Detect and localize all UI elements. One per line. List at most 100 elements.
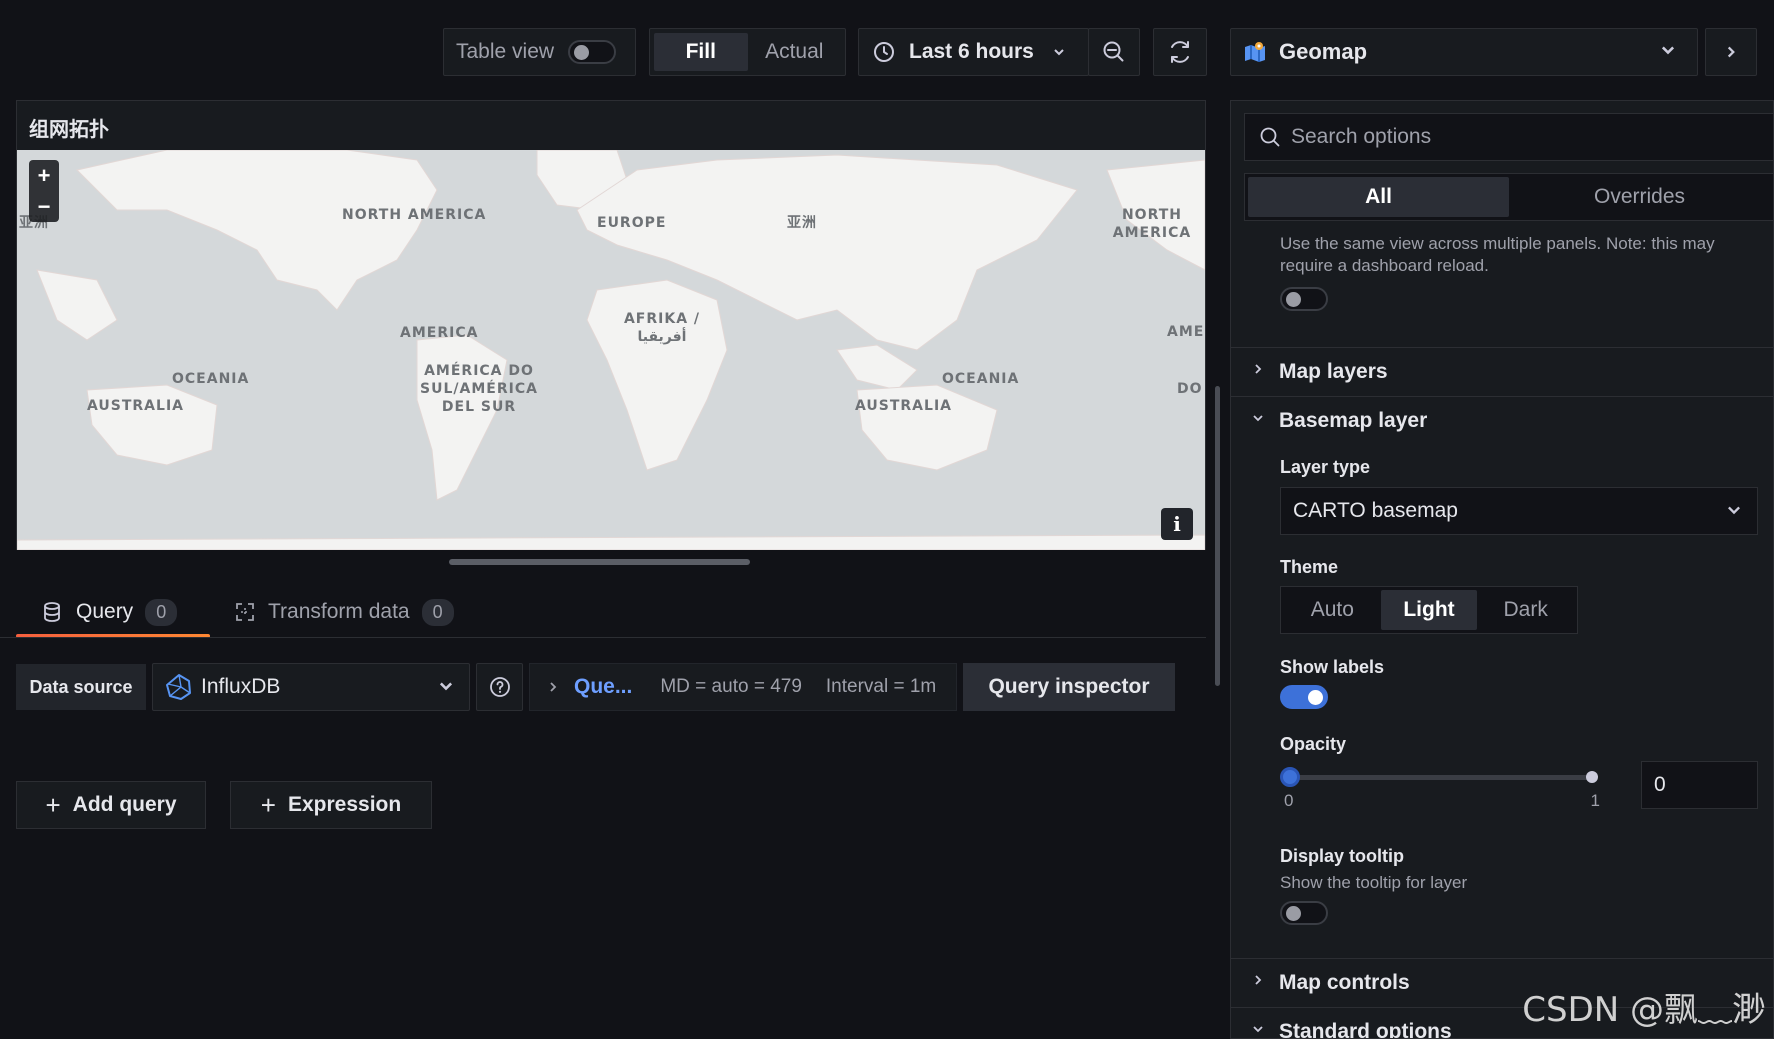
options-pane: Search options All Overrides Use the sam… bbox=[1230, 100, 1774, 1039]
section-standard-options-label: Standard options bbox=[1279, 1019, 1452, 1039]
add-expression-button[interactable]: + Expression bbox=[230, 781, 432, 829]
question-circle-icon bbox=[489, 677, 510, 697]
theme-dark-button[interactable]: Dark bbox=[1477, 590, 1574, 630]
fill-button[interactable]: Fill bbox=[654, 33, 748, 71]
world-map-land bbox=[17, 150, 1205, 550]
layer-type-select[interactable]: CARTO basemap bbox=[1280, 487, 1758, 535]
world-map[interactable]: NORTH AMERICA EUROPE 亚洲 NORTH AMERICA AM… bbox=[17, 150, 1205, 550]
influxdb-icon bbox=[166, 674, 191, 700]
add-expression-label: Expression bbox=[287, 793, 402, 816]
map-label: AMERICA bbox=[400, 325, 479, 341]
query-options-label: Que... bbox=[574, 675, 633, 698]
map-zoom-controls: + − bbox=[29, 160, 59, 222]
opacity-max: 1 bbox=[1590, 791, 1600, 810]
data-source-label: Data source bbox=[16, 664, 146, 710]
opacity-slider-track bbox=[1290, 775, 1592, 780]
visualization-name: Geomap bbox=[1279, 39, 1368, 64]
display-tooltip-description: Show the tooltip for layer bbox=[1280, 873, 1468, 892]
zoom-out-button[interactable] bbox=[1088, 28, 1140, 76]
time-range-label: Last 6 hours bbox=[909, 40, 1034, 63]
data-source-help-button[interactable] bbox=[476, 663, 523, 711]
clock-icon bbox=[874, 42, 894, 62]
query-options-summary[interactable]: Que... MD = auto = 479 Interval = 1m bbox=[529, 663, 957, 711]
refresh-button[interactable] bbox=[1153, 28, 1207, 76]
map-info-button[interactable]: i bbox=[1161, 508, 1193, 540]
panel-preview: 组网拓扑 NORTH AMERICA EUROPE 亚洲 NORTH AMERI… bbox=[16, 100, 1206, 550]
opacity-slider[interactable]: 0 1 bbox=[1280, 761, 1600, 811]
map-label: 亚洲 bbox=[787, 215, 817, 231]
tab-transform-data[interactable]: Transform data 0 bbox=[234, 588, 484, 636]
map-label: AMÉRICA DO SUL/AMÉRICA DEL SUR bbox=[420, 363, 538, 415]
section-basemap-layer-label: Basemap layer bbox=[1279, 408, 1428, 432]
tab-transform-count: 0 bbox=[421, 598, 454, 626]
layer-type-value: CARTO basemap bbox=[1293, 499, 1458, 522]
map-zoom-in-button[interactable]: + bbox=[29, 160, 59, 191]
map-label: OCEANIA bbox=[172, 371, 250, 387]
transform-icon bbox=[236, 603, 254, 621]
query-inspector-button[interactable]: Query inspector bbox=[963, 663, 1175, 711]
section-map-layers[interactable]: Map layers bbox=[1231, 347, 1773, 395]
chevron-right-icon bbox=[1255, 975, 1262, 985]
actual-button[interactable]: Actual bbox=[748, 33, 842, 71]
display-tooltip-toggle[interactable] bbox=[1280, 901, 1328, 925]
table-view-switch[interactable] bbox=[568, 40, 617, 64]
section-map-layers-label: Map layers bbox=[1279, 359, 1388, 383]
geomap-icon bbox=[1245, 42, 1265, 62]
display-tooltip-label: Display tooltip bbox=[1280, 846, 1405, 866]
table-view-label: Table view bbox=[456, 40, 555, 63]
add-query-label: Add query bbox=[72, 793, 177, 816]
options-tabs: All Overrides bbox=[1244, 173, 1773, 221]
chevron-down-icon bbox=[1728, 506, 1740, 515]
theme-label: Theme bbox=[1280, 557, 1339, 577]
chevron-down-icon bbox=[1253, 1026, 1263, 1033]
opacity-input[interactable]: 0 bbox=[1641, 761, 1758, 809]
chevron-down-icon bbox=[1054, 49, 1064, 56]
editor-scrollbar[interactable] bbox=[1215, 386, 1220, 686]
time-range-picker[interactable]: Last 6 hours bbox=[858, 28, 1089, 76]
map-label: AFRIKA / أفريقيا bbox=[623, 311, 701, 345]
search-icon bbox=[1260, 127, 1280, 147]
show-labels-toggle[interactable] bbox=[1280, 685, 1328, 709]
plus-icon: + bbox=[45, 789, 61, 820]
theme-auto-button[interactable]: Auto bbox=[1284, 590, 1381, 630]
chevron-down-icon bbox=[439, 682, 453, 691]
map-zoom-out-button[interactable]: − bbox=[29, 191, 59, 222]
search-options-placeholder: Search options bbox=[1291, 125, 1432, 148]
map-label: OCEANIA bbox=[942, 371, 1020, 387]
opacity-slider-end bbox=[1586, 771, 1598, 783]
min-interval: Interval = 1m bbox=[825, 676, 937, 697]
chevron-right-icon bbox=[1255, 364, 1262, 374]
chevron-right-icon bbox=[550, 682, 557, 692]
opacity-slider-thumb[interactable] bbox=[1280, 767, 1300, 787]
map-label: NORTH AMERICA bbox=[1112, 207, 1192, 241]
section-basemap-layer[interactable]: Basemap layer bbox=[1231, 396, 1773, 444]
chevron-right-icon bbox=[1727, 46, 1735, 58]
refresh-icon bbox=[1171, 41, 1189, 63]
tab-query[interactable]: Query 0 bbox=[16, 588, 210, 638]
search-options-input[interactable]: Search options bbox=[1244, 113, 1773, 161]
panel-resize-handle[interactable] bbox=[449, 559, 750, 565]
add-query-button[interactable]: + Add query bbox=[16, 781, 206, 829]
tab-transform-label: Transform data bbox=[268, 600, 410, 623]
shared-view-description: Use the same view across multiple panels… bbox=[1280, 234, 1715, 275]
layer-type-label: Layer type bbox=[1280, 457, 1371, 477]
map-label: NORTH AMERICA bbox=[342, 207, 487, 223]
map-label: AUSTRALIA bbox=[87, 398, 184, 414]
tab-query-count: 0 bbox=[145, 598, 178, 626]
data-source-select[interactable]: InfluxDB bbox=[152, 663, 470, 711]
zoom-out-icon bbox=[1103, 41, 1124, 62]
map-label: DO bbox=[1177, 381, 1203, 397]
map-label: AME bbox=[1167, 324, 1205, 340]
panel-title: 组网拓扑 bbox=[29, 119, 109, 141]
opacity-min: 0 bbox=[1284, 791, 1294, 810]
show-labels-label: Show labels bbox=[1280, 657, 1385, 677]
visualization-picker[interactable]: Geomap bbox=[1230, 28, 1698, 76]
tab-all[interactable]: All bbox=[1248, 177, 1509, 217]
theme-light-button[interactable]: Light bbox=[1380, 590, 1478, 630]
opacity-label: Opacity bbox=[1280, 734, 1347, 754]
tab-overrides[interactable]: Overrides bbox=[1509, 177, 1770, 217]
expand-options-button[interactable] bbox=[1705, 28, 1757, 76]
tabs-divider bbox=[0, 637, 1206, 638]
table-view-toggle[interactable]: Table view bbox=[443, 28, 636, 76]
shared-view-toggle[interactable] bbox=[1280, 287, 1328, 311]
